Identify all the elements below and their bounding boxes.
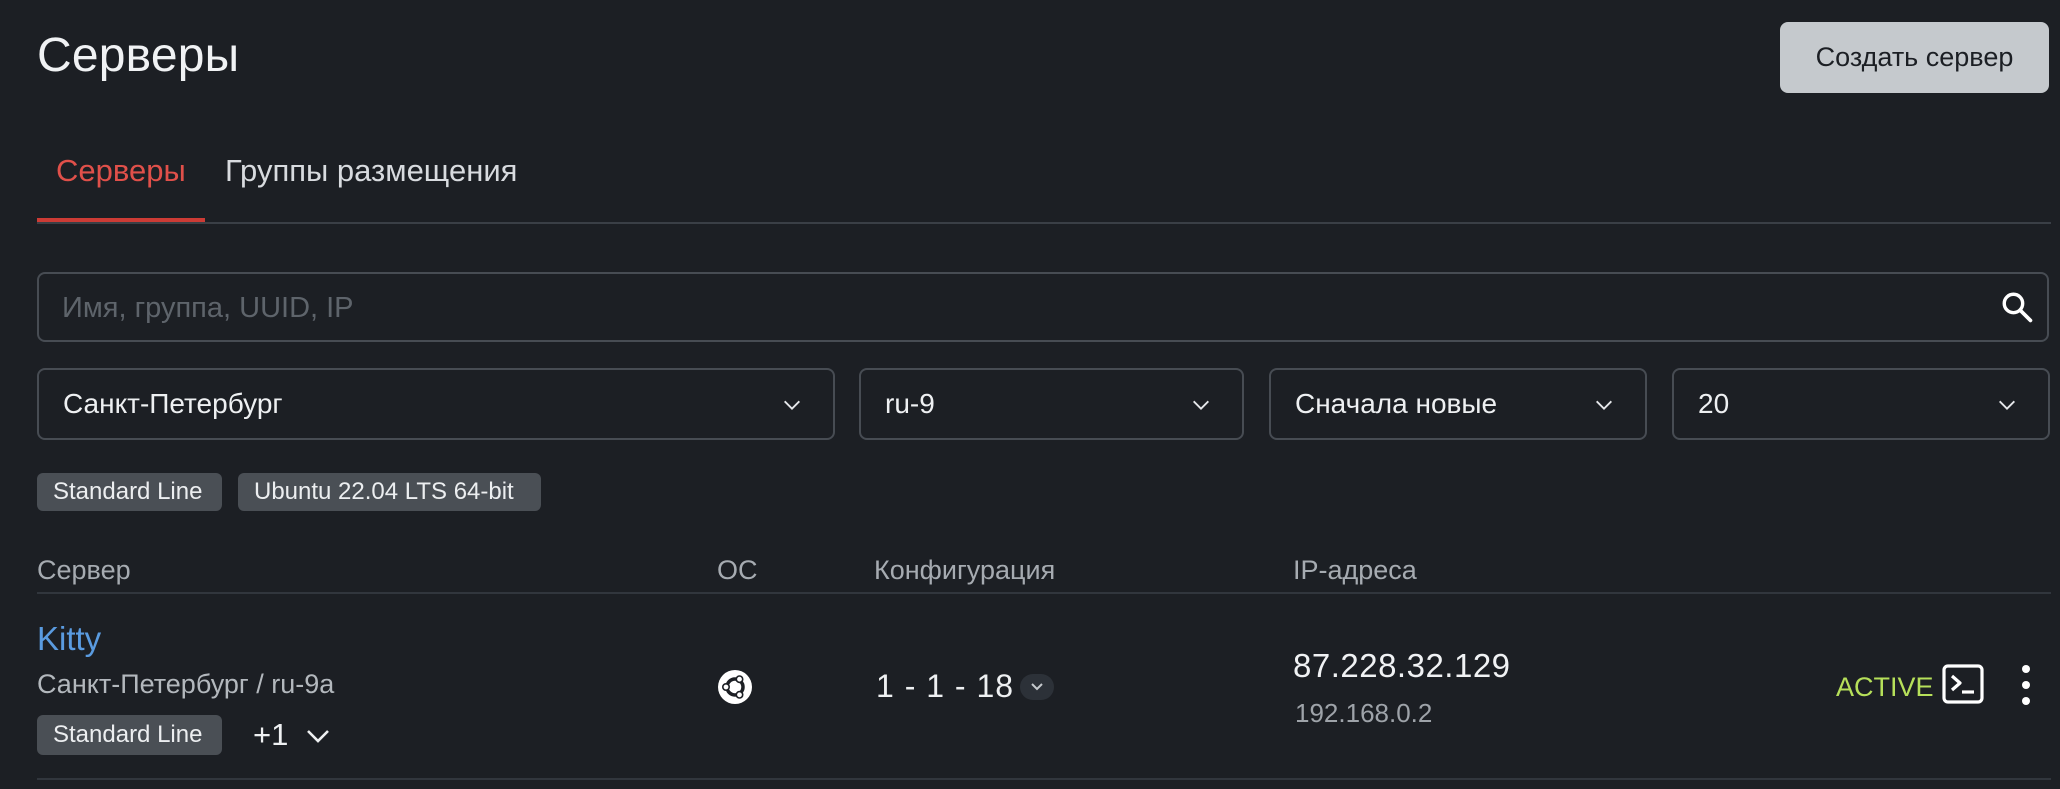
- chevron-down-icon: [1031, 683, 1043, 691]
- tabs-divider: [37, 222, 2051, 224]
- create-server-button[interactable]: Создать сервер: [1780, 22, 2049, 93]
- column-header-os: ОС: [717, 555, 758, 585]
- zone-select-value: ru-9: [885, 388, 935, 419]
- chevron-down-icon: [1596, 400, 1612, 410]
- region-select-value: Санкт-Петербург: [63, 388, 283, 419]
- filter-chip-standard-line[interactable]: Standard Line: [37, 473, 222, 511]
- page-title: Серверы: [37, 29, 240, 82]
- column-header-server: Сервер: [37, 555, 131, 585]
- page-size-select-value: 20: [1698, 388, 1730, 419]
- tab-servers[interactable]: Серверы: [56, 153, 186, 189]
- server-location: Санкт-Петербург / ru-9a: [37, 669, 335, 699]
- server-config: 1 - 1 - 18: [876, 668, 1015, 704]
- public-ip: 87.228.32.129: [1293, 647, 1511, 684]
- chevron-down-icon: [1193, 400, 1209, 410]
- search-icon[interactable]: [2000, 290, 2034, 324]
- ubuntu-icon: [718, 670, 752, 704]
- region-select[interactable]: Санкт-Петербург: [37, 368, 835, 440]
- private-ip: 192.168.0.2: [1295, 698, 1433, 728]
- chevron-down-icon: [784, 400, 800, 410]
- table-row-divider: [37, 778, 2051, 780]
- server-name-link[interactable]: Kitty: [37, 620, 101, 658]
- sort-select[interactable]: Сначала новые: [1269, 368, 1647, 440]
- table-header-divider: [37, 592, 2051, 594]
- more-vertical-icon[interactable]: [2016, 664, 2036, 706]
- sort-select-value: Сначала новые: [1295, 388, 1498, 419]
- tab-placement-groups[interactable]: Группы размещения: [225, 153, 517, 189]
- filter-chip-os[interactable]: Ubuntu 22.04 LTS 64-bit: [238, 473, 541, 511]
- column-header-ip: IP-адреса: [1293, 555, 1417, 585]
- chevron-down-icon[interactable]: [305, 726, 331, 746]
- chevron-down-icon: [1999, 400, 2015, 410]
- console-icon[interactable]: [1942, 664, 1984, 704]
- page-size-select[interactable]: 20: [1672, 368, 2050, 440]
- column-header-config: Конфигурация: [874, 555, 1056, 585]
- status-badge: ACTIVE: [1836, 672, 1934, 702]
- extra-tags-count[interactable]: +1: [253, 717, 288, 753]
- config-expand-button[interactable]: [1020, 674, 1054, 700]
- search-placeholder: Имя, группа, UUID, IP: [62, 292, 354, 324]
- server-tag: Standard Line: [37, 715, 222, 755]
- active-tab-indicator: [37, 218, 205, 222]
- zone-select[interactable]: ru-9: [859, 368, 1244, 440]
